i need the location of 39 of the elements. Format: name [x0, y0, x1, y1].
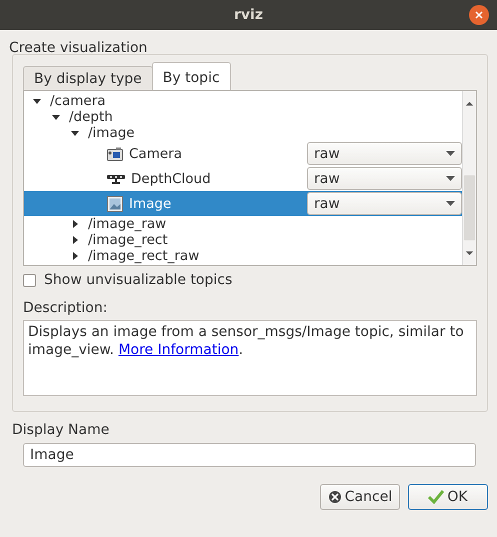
checkbox-label: Show unvisualizable topics	[44, 270, 232, 290]
tab[interactable]: By topic	[152, 62, 231, 90]
tree-row[interactable]: Camera raw	[24, 141, 462, 166]
description-label: Description:	[23, 300, 108, 316]
section-heading: Create visualization	[9, 39, 148, 54]
close-button[interactable]	[469, 5, 489, 25]
close-icon	[475, 11, 483, 19]
window-title: rviz	[234, 6, 263, 24]
display-type-label: DepthCloud	[131, 170, 211, 186]
encoding-dropdown[interactable]: raw	[307, 167, 462, 190]
topic-label[interactable]: /image	[88, 125, 135, 141]
display-name-label: Display Name	[12, 422, 110, 438]
scrollbar[interactable]	[462, 91, 476, 265]
tree-row[interactable]: Image raw	[24, 191, 462, 216]
caret-icon	[446, 151, 455, 156]
camera-icon	[107, 146, 123, 160]
display-type-label: Image	[129, 196, 172, 212]
topic-label[interactable]: /image_rect	[88, 232, 168, 248]
caret-icon	[446, 201, 455, 206]
cancel-button[interactable]: Cancel	[320, 484, 400, 510]
tree-row[interactable]: DepthCloud raw	[24, 166, 462, 191]
checkbox[interactable]	[23, 274, 36, 286]
more-information-link[interactable]: More Information	[118, 342, 239, 358]
ok-button[interactable]: OK	[408, 484, 488, 510]
encoding-dropdown[interactable]: raw	[307, 142, 462, 165]
topic-label[interactable]: /image_raw	[88, 216, 166, 232]
cancel-icon	[328, 490, 342, 504]
display-name-field[interactable]: Image	[23, 443, 476, 467]
topic-label[interactable]: /image_rect_raw	[88, 248, 200, 264]
display-type-label: Camera	[129, 146, 182, 162]
description-text: Displays an image from a sensor_msgs/Image topic, similar to image_view. More Information.	[28, 324, 464, 358]
caret-icon	[446, 176, 455, 181]
topic-label[interactable]: /camera	[50, 93, 106, 109]
tab[interactable]: By display type	[23, 66, 153, 90]
checkmark-icon	[428, 490, 444, 504]
topic-label[interactable]: /depth	[69, 109, 113, 125]
depthcloud-icon	[107, 174, 125, 184]
image-icon	[107, 196, 123, 212]
encoding-dropdown[interactable]: raw	[307, 192, 462, 215]
